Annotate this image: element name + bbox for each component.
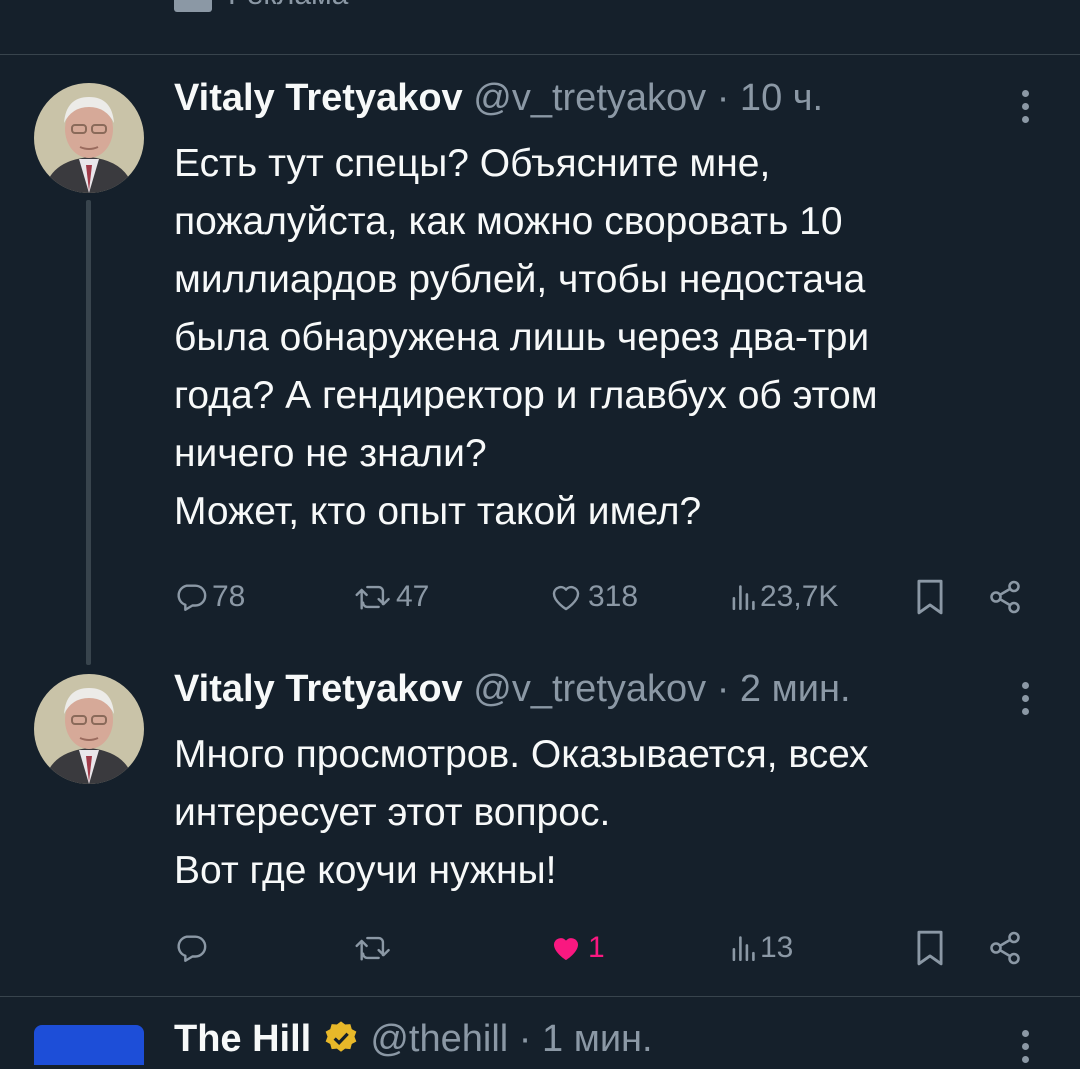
share-icon — [990, 580, 1020, 614]
ad-strip: Реклама — [0, 0, 1080, 55]
tweet[interactable]: Vitaly Tretyakov @v_tretyakov · 2 мин. М… — [0, 650, 1080, 996]
reply-button[interactable]: 78 — [174, 575, 245, 619]
retweet-button[interactable] — [354, 926, 396, 970]
views-button[interactable]: 13 — [730, 926, 793, 970]
tweet-header: The Hill @thehill · 1 мин. — [174, 1018, 653, 1061]
timestamp[interactable]: · 1 мин. — [519, 1018, 653, 1060]
action-bar: 78 47 318 23,7K — [174, 575, 1034, 619]
views-count: 23,7K — [760, 580, 839, 613]
timestamp[interactable]: · 10 ч. — [717, 77, 823, 119]
retweet-count: 47 — [396, 580, 430, 613]
handle[interactable]: @v_tretyakov — [473, 668, 706, 710]
retweet-icon — [355, 585, 390, 610]
avatar[interactable] — [34, 1025, 144, 1065]
views-count: 13 — [760, 931, 794, 964]
share-button[interactable] — [986, 575, 1024, 619]
tweet-line: года? А гендиректор и главбух об этом — [174, 374, 878, 417]
tweet-line: Есть тут спецы? Объясните мне, — [174, 142, 771, 185]
bookmark-button[interactable] — [914, 575, 946, 619]
tweet-line: пожалуйста, как можно своровать 10 — [174, 200, 843, 243]
views-button[interactable]: 23,7K — [730, 575, 838, 619]
verified-badge-icon — [325, 1021, 357, 1052]
tweet-header: Vitaly Tretyakov @v_tretyakov · 2 мин. — [174, 668, 851, 711]
timestamp[interactable]: · 2 мин. — [717, 668, 851, 710]
views-icon — [732, 585, 755, 610]
tweet-header: Vitaly Tretyakov @v_tretyakov · 10 ч. — [174, 77, 823, 120]
more-options-icon[interactable] — [1014, 90, 1036, 129]
tweet-line: миллиардов рублей, чтобы недостача — [174, 258, 866, 301]
thread-connector — [86, 200, 91, 665]
retweet-button[interactable]: 47 — [354, 575, 429, 619]
action-bar: 1 13 — [174, 926, 1034, 970]
tweet-line: ничего не знали? — [174, 432, 487, 475]
tweet-divider — [0, 996, 1080, 997]
display-name[interactable]: Vitaly Tretyakov — [174, 668, 463, 710]
tweet-line: была обнаружена лишь через два-три — [174, 316, 870, 359]
heart-filled-icon — [553, 938, 579, 961]
tweet-text: Много просмотров. Оказывается, всех инте… — [174, 726, 1034, 900]
tweet-line: Вот где коучи нужны! — [174, 849, 557, 892]
reply-button[interactable] — [174, 926, 212, 970]
tweet-line: Может, кто опыт такой имел? — [174, 490, 702, 533]
tweet-text: Есть тут спецы? Объясните мне, пожалуйст… — [174, 135, 1034, 541]
reply-icon — [177, 935, 207, 962]
avatar[interactable] — [34, 83, 144, 193]
handle[interactable]: @thehill — [370, 1018, 508, 1060]
views-icon — [732, 936, 755, 961]
tweet[interactable]: Vitaly Tretyakov @v_tretyakov · 10 ч. Ес… — [0, 55, 1080, 665]
reply-count: 78 — [212, 580, 246, 613]
like-button[interactable]: 1 — [548, 926, 605, 970]
more-options-icon[interactable] — [1014, 682, 1036, 721]
like-count: 318 — [588, 580, 639, 613]
share-icon — [990, 931, 1020, 965]
bookmark-icon — [917, 579, 943, 615]
like-count: 1 — [588, 931, 605, 964]
more-options-icon[interactable] — [1014, 1030, 1036, 1069]
share-button[interactable] — [986, 926, 1024, 970]
tweet-line: Много просмотров. Оказывается, всех — [174, 733, 869, 776]
avatar[interactable] — [34, 674, 144, 784]
heart-icon — [552, 585, 580, 611]
display-name[interactable]: Vitaly Tretyakov — [174, 77, 463, 119]
tweet-line: интересует этот вопрос. — [174, 791, 611, 834]
ad-label: Реклама — [228, 0, 348, 12]
bookmark-button[interactable] — [914, 926, 946, 970]
display-name[interactable]: The Hill — [174, 1018, 311, 1060]
handle[interactable]: @v_tretyakov — [473, 77, 706, 119]
like-button[interactable]: 318 — [548, 575, 638, 619]
retweet-icon — [355, 936, 390, 961]
reply-icon — [177, 584, 207, 611]
ad-icon — [174, 0, 212, 12]
bookmark-icon — [917, 930, 943, 966]
